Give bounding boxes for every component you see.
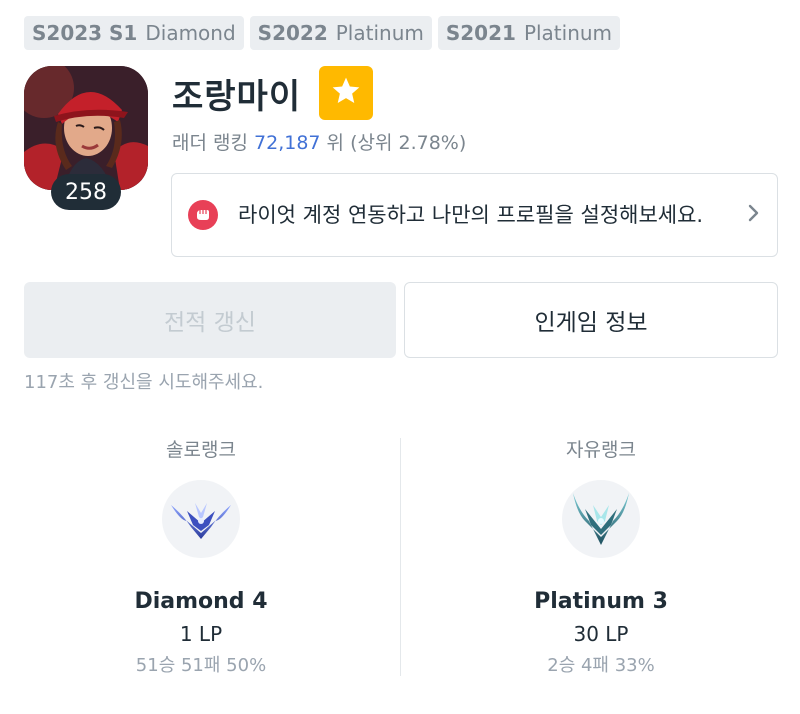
season-year: S2023 S1 xyxy=(32,21,138,45)
season-tier: Platinum xyxy=(523,21,613,45)
season-tier: Platinum xyxy=(335,21,424,45)
rank-record: 51승 51패 50% xyxy=(135,655,267,676)
summoner-name: 조랑마이 xyxy=(172,76,302,117)
ingame-info-button[interactable]: 인게임 정보 xyxy=(404,282,778,358)
rank-tier: Diamond 4 xyxy=(134,589,268,614)
rank-lp: 30 LP xyxy=(573,622,629,646)
season-history: S2023 S1 Diamond S2022 Platinum S2021 Pl… xyxy=(24,16,621,50)
ladder-ranking: 래더 랭킹 72,187 위 (상위 2.78%) xyxy=(172,128,466,155)
star-icon xyxy=(330,75,362,111)
chevron-right-icon xyxy=(747,202,761,228)
season-year: S2022 xyxy=(257,21,328,45)
rank-lp: 1 LP xyxy=(179,622,223,646)
rank-tier: Platinum 3 xyxy=(534,589,668,614)
ladder-label: 래더 랭킹 xyxy=(172,132,248,154)
ladder-rank-link[interactable]: 72,187 xyxy=(254,132,320,154)
rank-divider xyxy=(400,438,401,676)
avatar xyxy=(24,66,148,190)
diamond-emblem-icon xyxy=(162,480,240,558)
season-badge-2021[interactable]: S2021 Platinum xyxy=(437,16,621,50)
riot-banner-text: 라이엇 계정 연동하고 나만의 프로필을 설정해보세요. xyxy=(238,203,704,227)
season-tier: Diamond xyxy=(145,21,236,45)
ladder-percent: 위 (상위 2.78%) xyxy=(326,132,467,154)
flex-rank-panel: 자유랭크 Platinum 3 30 LP 2승 4패 33% xyxy=(412,436,790,680)
solo-rank-panel: 솔로랭크 Diamond 4 1 LP 51승 51패 50% xyxy=(12,436,390,680)
refresh-button[interactable]: 전적 갱신 xyxy=(24,282,396,358)
queue-title: 자유랭크 xyxy=(566,439,636,461)
season-badge-2023[interactable]: S2023 S1 Diamond xyxy=(24,16,244,50)
platinum-emblem-icon xyxy=(562,480,640,558)
season-year: S2021 xyxy=(445,21,516,45)
riot-link-banner[interactable]: 라이엇 계정 연동하고 나만의 프로필을 설정해보세요. xyxy=(171,173,778,257)
season-badge-2022[interactable]: S2022 Platinum xyxy=(249,16,432,50)
name-row: 조랑마이 xyxy=(172,66,374,120)
riot-fist-icon xyxy=(188,200,218,230)
queue-title: 솔로랭크 xyxy=(166,439,236,461)
favorite-button[interactable] xyxy=(319,66,374,120)
profile-avatar-container: 258 xyxy=(24,66,148,210)
rank-record: 2승 4패 33% xyxy=(547,655,655,676)
refresh-cooldown-note: 117초 후 갱신을 시도해주세요. xyxy=(24,372,264,393)
level-badge: 258 xyxy=(51,174,121,210)
